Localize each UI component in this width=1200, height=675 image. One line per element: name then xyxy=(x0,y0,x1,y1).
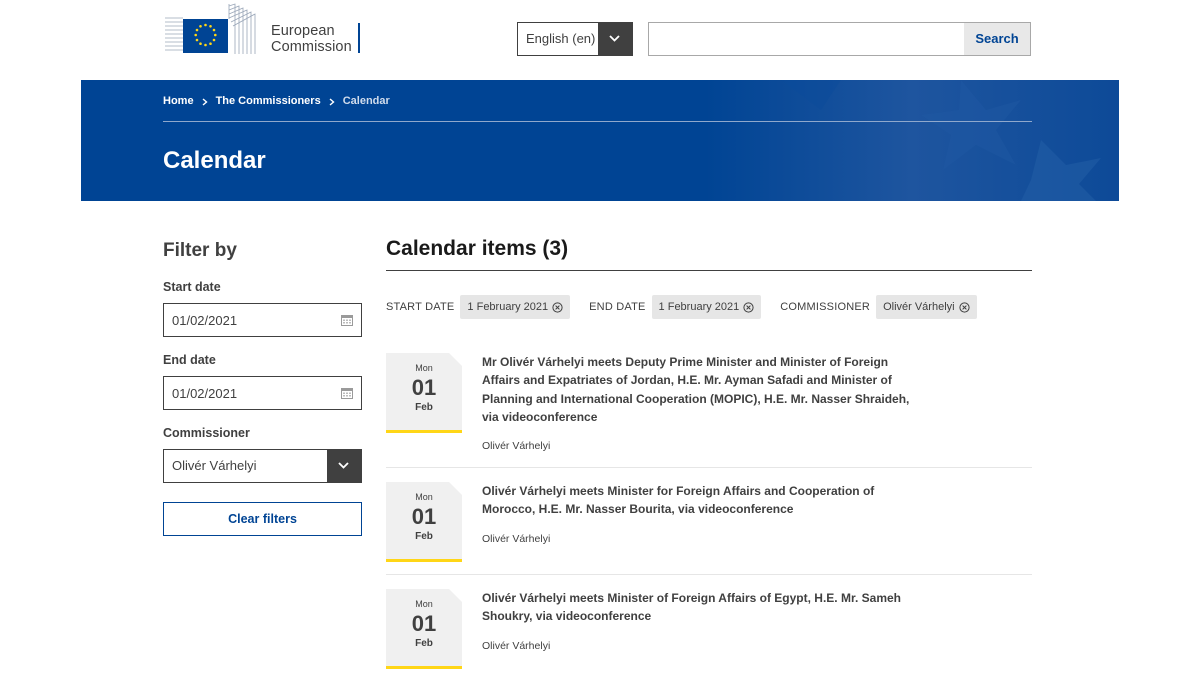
logo-text-line1: European xyxy=(271,23,335,39)
chevron-down-icon xyxy=(338,462,349,469)
logo-text: European Commission xyxy=(271,23,360,55)
event-month: Feb xyxy=(415,531,433,542)
search-input[interactable] xyxy=(649,23,964,55)
commissioner-select-value: Olivér Várhelyi xyxy=(172,458,257,473)
commissioner-dropdown-button[interactable] xyxy=(327,450,361,482)
filter-tag-label: START DATE xyxy=(386,301,455,313)
banner-divider xyxy=(163,121,1032,122)
chevron-down-icon xyxy=(609,35,620,42)
breadcrumb: Home The Commissioners Calendar xyxy=(163,95,390,107)
remove-filter-icon[interactable] xyxy=(743,301,754,313)
event-day-of-week: Mon xyxy=(415,492,433,502)
filter-tag-value: 1 February 2021 xyxy=(467,301,549,313)
end-date-field[interactable]: 01/02/2021 xyxy=(163,376,362,410)
remove-filter-icon[interactable] xyxy=(958,301,970,313)
commissioner-label: Commissioner xyxy=(163,426,250,440)
search-button[interactable]: Search xyxy=(964,23,1030,55)
event-title[interactable]: Mr Olivér Várhelyi meets Deputy Prime Mi… xyxy=(482,353,922,426)
filter-tag-label: COMMISSIONER xyxy=(780,301,871,313)
event-date-block: Mon 01 Feb xyxy=(386,482,462,562)
search-bar: Search xyxy=(648,22,1031,56)
event-title[interactable]: Olivér Várhelyi meets Minister of Foreig… xyxy=(482,589,922,626)
eu-flag-icon xyxy=(163,2,261,54)
event-divider xyxy=(386,467,1032,468)
european-commission-logo[interactable]: European Commission xyxy=(163,2,363,55)
calendar-items-section: Calendar items (3) START DATE 1 February… xyxy=(386,237,1032,669)
end-date-label: End date xyxy=(163,353,216,367)
event-commissioner: Olivér Várhelyi xyxy=(482,533,551,545)
filter-tag-value: 1 February 2021 xyxy=(658,301,740,313)
breadcrumb-current: Calendar xyxy=(342,95,390,107)
event-date-block: Mon 01 Feb xyxy=(386,589,462,669)
calendar-icon xyxy=(341,388,353,399)
event-day: 01 xyxy=(411,504,437,529)
event-day: 01 xyxy=(411,375,437,400)
event-title[interactable]: Olivér Várhelyi meets Minister for Forei… xyxy=(482,482,922,519)
site-header: European Commission English (en) Search xyxy=(0,0,1200,80)
chevron-right-icon xyxy=(202,98,208,106)
event-day-of-week: Mon xyxy=(415,363,433,373)
event-commissioner: Olivér Várhelyi xyxy=(482,440,551,452)
remove-filter-icon[interactable] xyxy=(552,301,563,313)
filter-tag-value: Olivér Várhelyi xyxy=(883,301,955,313)
filter-tag-label: END DATE xyxy=(589,301,646,313)
filter-tag-start-date[interactable]: 1 February 2021 xyxy=(460,295,571,319)
language-selector-value: English (en) xyxy=(526,31,596,46)
event-month: Feb xyxy=(415,402,433,413)
event-date-block: Mon 01 Feb xyxy=(386,353,462,433)
filter-title: Filter by xyxy=(163,240,237,261)
start-date-value: 01/02/2021 xyxy=(172,312,238,328)
language-selector[interactable]: English (en) xyxy=(517,22,633,56)
filter-tag-commissioner[interactable]: Olivér Várhelyi xyxy=(876,295,977,319)
breadcrumb-home-link[interactable]: Home xyxy=(163,95,194,107)
event-day-of-week: Mon xyxy=(415,599,433,609)
logo-text-line2: Commission xyxy=(271,39,352,55)
calendar-icon xyxy=(341,315,353,326)
end-date-value: 01/02/2021 xyxy=(172,385,238,401)
event-day: 01 xyxy=(411,611,437,636)
event-divider xyxy=(386,574,1032,575)
breadcrumb-commissioners-link[interactable]: The Commissioners xyxy=(216,95,321,107)
filter-tag-end-date[interactable]: 1 February 2021 xyxy=(651,295,762,319)
event-commissioner: Olivér Várhelyi xyxy=(482,640,551,652)
calendar-items-title: Calendar items (3) xyxy=(386,237,1032,271)
event-month: Feb xyxy=(415,638,433,649)
commissioner-select[interactable]: Olivér Várhelyi xyxy=(163,449,362,483)
chevron-right-icon xyxy=(329,98,335,106)
active-filters: START DATE 1 February 2021 END DATE 1 Fe… xyxy=(386,295,996,319)
filter-sidebar: Filter by Start date 01/02/2021 End date… xyxy=(163,240,362,536)
page-banner: Home The Commissioners Calendar Calendar xyxy=(81,80,1119,201)
language-dropdown-button[interactable] xyxy=(598,23,632,55)
start-date-field[interactable]: 01/02/2021 xyxy=(163,303,362,337)
clear-filters-button[interactable]: Clear filters xyxy=(163,502,362,536)
start-date-label: Start date xyxy=(163,280,221,294)
page-title: Calendar xyxy=(163,147,266,174)
